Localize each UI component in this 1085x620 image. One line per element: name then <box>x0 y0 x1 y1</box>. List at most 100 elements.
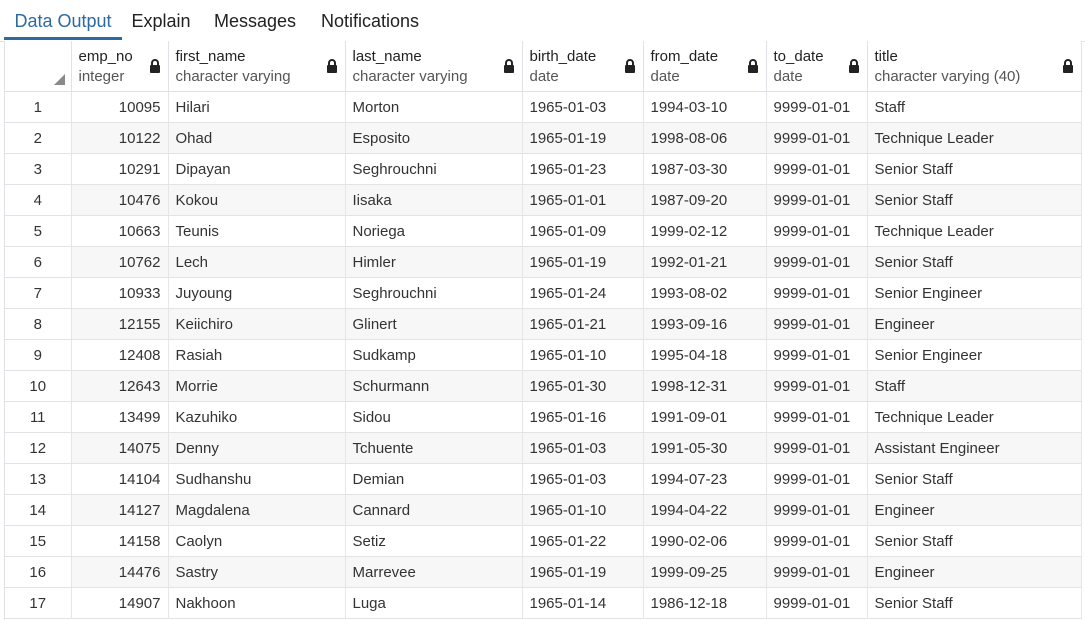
emp-no-cell[interactable]: 10933 <box>71 277 169 309</box>
table-row[interactable]: 5 10663 Teunis Noriega 1965-01-09 1999-02-12 9… <box>5 215 1082 247</box>
to-date-cell[interactable]: 9999-01-01 <box>766 525 868 557</box>
from-date-cell[interactable]: 1993-09-16 <box>643 308 767 340</box>
birth-date-cell[interactable]: 1965-01-10 <box>522 339 644 371</box>
emp-no-cell[interactable]: 14476 <box>71 556 169 588</box>
birth-date-cell[interactable]: 1965-01-03 <box>522 91 644 123</box>
column-header-last-name[interactable]: last_name character varying <box>345 41 523 92</box>
first-name-cell[interactable]: Hilari <box>168 91 346 123</box>
last-name-cell[interactable]: Demian <box>345 463 523 495</box>
tab-explain[interactable]: Explain <box>126 0 196 40</box>
table-row[interactable]: 9 12408 Rasiah Sudkamp 1965-01-10 1995-04-18 9… <box>5 339 1082 371</box>
title-cell[interactable]: Senior Staff <box>867 463 1082 495</box>
last-name-cell[interactable]: Seghrouchni <box>345 277 523 309</box>
column-header-title[interactable]: title character varying (40) <box>867 41 1082 92</box>
table-row[interactable]: 6 10762 Lech Himler 1965-01-19 1992-01-21 9999… <box>5 246 1082 278</box>
last-name-cell[interactable]: Morton <box>345 91 523 123</box>
to-date-cell[interactable]: 9999-01-01 <box>766 153 868 185</box>
column-header-from-date[interactable]: from_date date <box>643 41 767 92</box>
to-date-cell[interactable]: 9999-01-01 <box>766 91 868 123</box>
from-date-cell[interactable]: 1995-04-18 <box>643 339 767 371</box>
emp-no-cell[interactable]: 10476 <box>71 184 169 216</box>
emp-no-cell[interactable]: 10095 <box>71 91 169 123</box>
table-row[interactable]: 15 14158 Caolyn Setiz 1965-01-22 1990-02-06 99… <box>5 525 1082 557</box>
to-date-cell[interactable]: 9999-01-01 <box>766 308 868 340</box>
select-all-corner[interactable] <box>5 41 72 92</box>
to-date-cell[interactable]: 9999-01-01 <box>766 215 868 247</box>
from-date-cell[interactable]: 1994-04-22 <box>643 494 767 526</box>
to-date-cell[interactable]: 9999-01-01 <box>766 494 868 526</box>
birth-date-cell[interactable]: 1965-01-03 <box>522 432 644 464</box>
column-header-emp-no[interactable]: emp_no integer <box>71 41 169 92</box>
last-name-cell[interactable]: Marrevee <box>345 556 523 588</box>
from-date-cell[interactable]: 1998-12-31 <box>643 370 767 402</box>
to-date-cell[interactable]: 9999-01-01 <box>766 246 868 278</box>
first-name-cell[interactable]: Rasiah <box>168 339 346 371</box>
birth-date-cell[interactable]: 1965-01-14 <box>522 587 644 619</box>
last-name-cell[interactable]: Schurmann <box>345 370 523 402</box>
to-date-cell[interactable]: 9999-01-01 <box>766 277 868 309</box>
row-number[interactable]: 8 <box>5 308 72 340</box>
row-number[interactable]: 11 <box>5 401 72 433</box>
title-cell[interactable]: Senior Staff <box>867 246 1082 278</box>
from-date-cell[interactable]: 1994-03-10 <box>643 91 767 123</box>
row-number[interactable]: 7 <box>5 277 72 309</box>
column-header-birth-date[interactable]: birth_date date <box>522 41 644 92</box>
row-number[interactable]: 5 <box>5 215 72 247</box>
emp-no-cell[interactable]: 12408 <box>71 339 169 371</box>
first-name-cell[interactable]: Morrie <box>168 370 346 402</box>
emp-no-cell[interactable]: 12155 <box>71 308 169 340</box>
to-date-cell[interactable]: 9999-01-01 <box>766 401 868 433</box>
tab-data-output[interactable]: Data Output <box>4 0 122 40</box>
birth-date-cell[interactable]: 1965-01-09 <box>522 215 644 247</box>
birth-date-cell[interactable]: 1965-01-24 <box>522 277 644 309</box>
to-date-cell[interactable]: 9999-01-01 <box>766 370 868 402</box>
row-number[interactable]: 3 <box>5 153 72 185</box>
title-cell[interactable]: Senior Staff <box>867 587 1082 619</box>
title-cell[interactable]: Senior Engineer <box>867 277 1082 309</box>
first-name-cell[interactable]: Ohad <box>168 122 346 154</box>
title-cell[interactable]: Assistant Engineer <box>867 432 1082 464</box>
last-name-cell[interactable]: Cannard <box>345 494 523 526</box>
from-date-cell[interactable]: 1999-09-25 <box>643 556 767 588</box>
last-name-cell[interactable]: Esposito <box>345 122 523 154</box>
last-name-cell[interactable]: Iisaka <box>345 184 523 216</box>
to-date-cell[interactable]: 9999-01-01 <box>766 122 868 154</box>
first-name-cell[interactable]: Sastry <box>168 556 346 588</box>
birth-date-cell[interactable]: 1965-01-23 <box>522 153 644 185</box>
row-number[interactable]: 16 <box>5 556 72 588</box>
last-name-cell[interactable]: Luga <box>345 587 523 619</box>
emp-no-cell[interactable]: 10122 <box>71 122 169 154</box>
table-row[interactable]: 7 10933 Juyoung Seghrouchni 1965-01-24 1993-0… <box>5 277 1082 309</box>
birth-date-cell[interactable]: 1965-01-03 <box>522 463 644 495</box>
birth-date-cell[interactable]: 1965-01-16 <box>522 401 644 433</box>
row-number[interactable]: 6 <box>5 246 72 278</box>
to-date-cell[interactable]: 9999-01-01 <box>766 184 868 216</box>
emp-no-cell[interactable]: 12643 <box>71 370 169 402</box>
to-date-cell[interactable]: 9999-01-01 <box>766 587 868 619</box>
title-cell[interactable]: Technique Leader <box>867 215 1082 247</box>
first-name-cell[interactable]: Magdalena <box>168 494 346 526</box>
birth-date-cell[interactable]: 1965-01-19 <box>522 246 644 278</box>
from-date-cell[interactable]: 1987-09-20 <box>643 184 767 216</box>
row-number[interactable]: 10 <box>5 370 72 402</box>
to-date-cell[interactable]: 9999-01-01 <box>766 463 868 495</box>
from-date-cell[interactable]: 1991-09-01 <box>643 401 767 433</box>
first-name-cell[interactable]: Sudhanshu <box>168 463 346 495</box>
tab-messages[interactable]: Messages <box>208 0 302 40</box>
to-date-cell[interactable]: 9999-01-01 <box>766 432 868 464</box>
birth-date-cell[interactable]: 1965-01-22 <box>522 525 644 557</box>
title-cell[interactable]: Staff <box>867 91 1082 123</box>
row-number[interactable]: 13 <box>5 463 72 495</box>
tab-notifications[interactable]: Notifications <box>314 0 426 40</box>
table-row[interactable]: 10 12643 Morrie Schurmann 1965-01-30 1998-12-… <box>5 370 1082 402</box>
first-name-cell[interactable]: Keiichiro <box>168 308 346 340</box>
first-name-cell[interactable]: Teunis <box>168 215 346 247</box>
table-row[interactable]: 12 14075 Denny Tchuente 1965-01-03 1991-05-30… <box>5 432 1082 464</box>
birth-date-cell[interactable]: 1965-01-30 <box>522 370 644 402</box>
title-cell[interactable]: Technique Leader <box>867 401 1082 433</box>
first-name-cell[interactable]: Kazuhiko <box>168 401 346 433</box>
column-header-to-date[interactable]: to_date date <box>766 41 868 92</box>
emp-no-cell[interactable]: 10663 <box>71 215 169 247</box>
table-row[interactable]: 8 12155 Keiichiro Glinert 1965-01-21 1993-09-… <box>5 308 1082 340</box>
from-date-cell[interactable]: 1986-12-18 <box>643 587 767 619</box>
